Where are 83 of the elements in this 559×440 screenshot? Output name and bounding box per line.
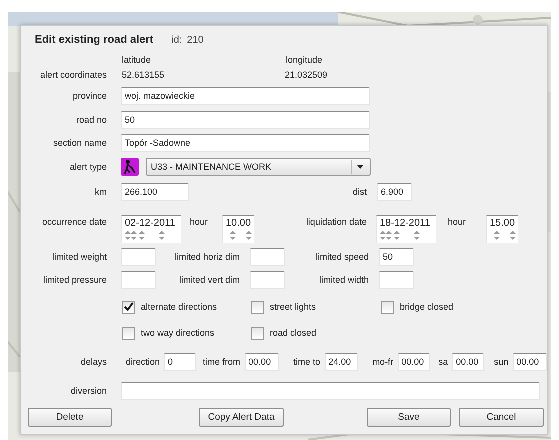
field-label: limited weight bbox=[51, 252, 107, 262]
delete-button[interactable]: Delete bbox=[28, 408, 112, 427]
field-label: diversion bbox=[70, 386, 107, 396]
diversion-field[interactable] bbox=[121, 382, 540, 400]
dialog-title: Edit existing road alert bbox=[35, 34, 154, 46]
date-field[interactable]: 18-12-2011 bbox=[376, 215, 436, 243]
road-work-icon bbox=[121, 158, 139, 176]
field-label: sa bbox=[438, 357, 448, 367]
checkbox-label: two way directions bbox=[141, 328, 215, 338]
cancel-button[interactable]: Cancel bbox=[459, 408, 544, 427]
field-label: liquidation date bbox=[305, 217, 367, 227]
input-field[interactable]: 00.00 bbox=[452, 353, 484, 371]
field-label: limited vert dim bbox=[178, 275, 240, 285]
input-field[interactable] bbox=[379, 271, 414, 289]
spinner-icon[interactable] bbox=[125, 231, 131, 240]
spinner-icon[interactable] bbox=[380, 231, 386, 240]
field-label: road no bbox=[75, 115, 107, 125]
hour-field[interactable]: 10.00 bbox=[222, 215, 254, 243]
field-label: limited speed bbox=[314, 252, 369, 262]
checkbox[interactable] bbox=[122, 326, 135, 340]
checkbox[interactable] bbox=[122, 300, 135, 314]
input-field[interactable]: Topór -Sadowne bbox=[121, 134, 370, 152]
input-field[interactable]: 00.00 bbox=[398, 353, 430, 371]
input-field[interactable]: 50 bbox=[121, 111, 370, 129]
field-label: direction bbox=[126, 357, 160, 367]
spinner-icon[interactable] bbox=[131, 231, 137, 240]
field-label: sun bbox=[494, 357, 509, 367]
input-field[interactable]: 24.00 bbox=[324, 353, 358, 371]
spinner-icon[interactable] bbox=[246, 231, 252, 240]
spinner-icon[interactable] bbox=[414, 231, 420, 240]
field-label: province bbox=[72, 91, 107, 101]
id-label: id: bbox=[172, 34, 182, 46]
spinner-icon[interactable] bbox=[394, 231, 400, 240]
input-field[interactable]: woj. mazowieckie bbox=[121, 87, 370, 105]
input-field[interactable] bbox=[121, 248, 156, 266]
field-label: limited pressure bbox=[42, 275, 107, 285]
checkbox-label: street lights bbox=[270, 302, 316, 312]
field-label: delays bbox=[80, 357, 107, 367]
field-label: dist bbox=[352, 187, 367, 197]
field-label: limited width bbox=[318, 275, 369, 285]
checkbox-label: alternate directions bbox=[141, 302, 218, 312]
field-label: limited horiz dim bbox=[174, 252, 240, 262]
checkbox-label: bridge closed bbox=[400, 302, 454, 312]
checkbox-label: road closed bbox=[270, 328, 317, 338]
field-label: hour bbox=[190, 217, 210, 227]
input-field[interactable]: 6.900 bbox=[377, 183, 412, 201]
field-label: km bbox=[94, 187, 107, 197]
input-field[interactable] bbox=[121, 271, 156, 289]
field-label: latitude bbox=[122, 54, 152, 64]
field-label: 21.032509 bbox=[285, 70, 329, 80]
field-label: occurrence date bbox=[41, 217, 107, 227]
spinner-icon[interactable] bbox=[494, 231, 500, 240]
hour-field[interactable]: 15.00 bbox=[486, 215, 518, 243]
input-field[interactable]: 00.00 bbox=[244, 353, 279, 371]
checkbox[interactable] bbox=[381, 300, 394, 314]
field-label: alert coordinates bbox=[39, 70, 107, 80]
field-label: alert type bbox=[68, 162, 107, 172]
caret-icon bbox=[356, 165, 364, 169]
spinner-icon[interactable] bbox=[159, 231, 165, 240]
input-field[interactable] bbox=[250, 248, 285, 266]
field-label: time to bbox=[294, 357, 321, 367]
copy-button[interactable]: Copy Alert Data bbox=[199, 408, 284, 427]
input-field[interactable]: 50 bbox=[379, 248, 414, 266]
id-value: 210 bbox=[187, 34, 204, 46]
checkbox[interactable] bbox=[251, 326, 264, 340]
spinner-icon[interactable] bbox=[510, 231, 516, 240]
spinner-icon[interactable] bbox=[139, 231, 145, 240]
spinner-icon[interactable] bbox=[230, 231, 236, 240]
spinner-icon[interactable] bbox=[386, 231, 392, 240]
field-label: longitude bbox=[286, 54, 324, 64]
field-label: 52.613155 bbox=[122, 70, 166, 80]
input-field[interactable]: 0 bbox=[164, 353, 196, 371]
field-label: hour bbox=[448, 217, 468, 227]
input-field[interactable]: 00.00 bbox=[512, 353, 547, 371]
save-button[interactable]: Save bbox=[367, 408, 451, 427]
input-field[interactable]: 266.100 bbox=[121, 183, 189, 201]
field-label: section name bbox=[52, 138, 107, 148]
field-label: time from bbox=[203, 357, 241, 367]
input-field[interactable] bbox=[250, 271, 285, 289]
date-field[interactable]: 02-12-2011 bbox=[121, 215, 181, 243]
checkbox[interactable] bbox=[251, 300, 264, 314]
field-label: mo-fr bbox=[372, 357, 394, 367]
alert-type-dropdown[interactable]: U33 - MAINTENANCE WORK bbox=[146, 158, 371, 176]
